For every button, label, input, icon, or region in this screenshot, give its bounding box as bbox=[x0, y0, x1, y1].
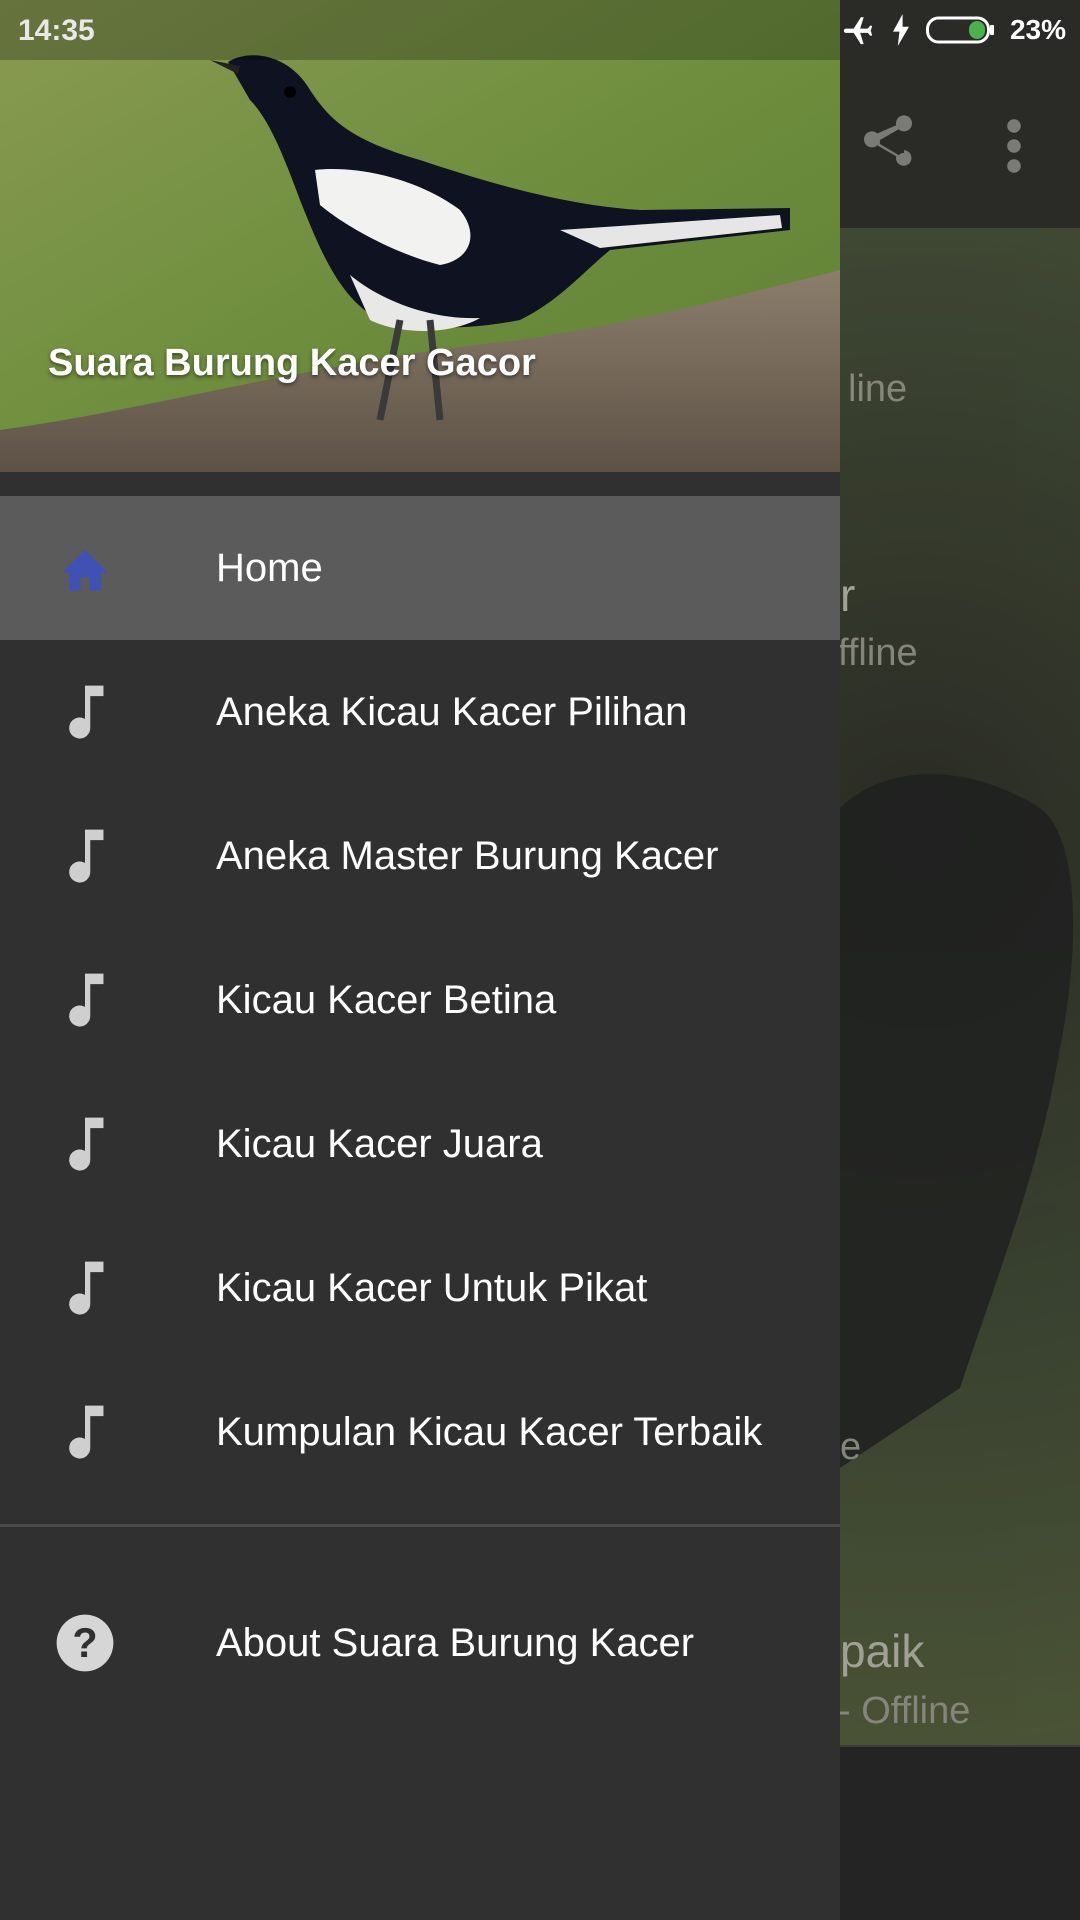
music-note-icon bbox=[50, 965, 120, 1035]
battery-percentage: 23% bbox=[1009, 14, 1066, 45]
more-vert-icon[interactable] bbox=[1000, 118, 1028, 174]
menu-item-home[interactable]: Home bbox=[0, 496, 840, 640]
bg-partial-text: r bbox=[840, 569, 856, 621]
menu-item-aneka-kicau-kacer-pilihan[interactable]: Aneka Kicau Kacer Pilihan bbox=[0, 640, 840, 784]
music-note-icon bbox=[50, 821, 120, 891]
menu-divider bbox=[0, 1524, 840, 1527]
menu-item-kicau-kacer-untuk-pikat[interactable]: Kicau Kacer Untuk Pikat bbox=[0, 1216, 840, 1360]
status-time: 14:35 bbox=[18, 14, 95, 47]
menu-item-label: Kicau Kacer Juara bbox=[216, 1121, 543, 1166]
help-icon: ? bbox=[50, 1608, 120, 1678]
menu-item-kicau-kacer-betina[interactable]: Kicau Kacer Betina bbox=[0, 928, 840, 1072]
bg-partial-text: paik bbox=[840, 1625, 925, 1677]
music-note-icon bbox=[50, 677, 120, 747]
menu-item-label: Kicau Kacer Betina bbox=[216, 977, 557, 1022]
menu-item-label: Aneka Master Burung Kacer bbox=[216, 833, 719, 878]
bg-partial-text: ffline bbox=[838, 632, 918, 674]
menu-item-kumpulan-kicau-kacer-terbaik[interactable]: Kumpulan Kicau Kacer Terbaik bbox=[0, 1360, 840, 1504]
menu-item-label: About Suara Burung Kacer bbox=[216, 1620, 695, 1665]
status-icons: 23% bbox=[840, 12, 1066, 48]
bird-silhouette-image bbox=[840, 774, 1074, 1468]
menu-item-about[interactable]: ? About Suara Burung Kacer bbox=[0, 1571, 840, 1715]
menu-item-label: Home bbox=[216, 545, 323, 590]
drawer-header: Suara Burung Kacer Gacor bbox=[0, 0, 840, 472]
menu-item-label: Kumpulan Kicau Kacer Terbaik bbox=[216, 1409, 763, 1454]
drawer-menu: Home Aneka Kicau Kacer Pilihan Aneka Mas… bbox=[0, 496, 840, 1715]
bg-partial-text: line bbox=[848, 368, 908, 410]
home-icon bbox=[50, 533, 120, 603]
drawer-header-title: Suara Burung Kacer Gacor bbox=[48, 342, 536, 384]
music-note-icon bbox=[50, 1253, 120, 1323]
header-bird-image bbox=[0, 0, 840, 472]
status-bar: 14:35 23% bbox=[0, 0, 1080, 60]
svg-text:?: ? bbox=[72, 1620, 97, 1666]
menu-item-label: Kicau Kacer Untuk Pikat bbox=[216, 1265, 648, 1310]
navigation-drawer[interactable]: Suara Burung Kacer Gacor Home Aneka Kica… bbox=[0, 0, 840, 1920]
charging-bolt-icon bbox=[892, 14, 909, 46]
menu-item-kicau-kacer-juara[interactable]: Kicau Kacer Juara bbox=[0, 1072, 840, 1216]
bg-partial-text: - Offline bbox=[838, 1690, 971, 1732]
music-note-icon bbox=[50, 1397, 120, 1467]
menu-item-label: Aneka Kicau Kacer Pilihan bbox=[216, 689, 688, 734]
battery-icon bbox=[925, 16, 994, 44]
menu-item-aneka-master-burung-kacer[interactable]: Aneka Master Burung Kacer bbox=[0, 784, 840, 928]
bg-partial-text: e bbox=[840, 1426, 862, 1468]
airplane-mode-icon bbox=[843, 17, 873, 45]
music-note-icon bbox=[50, 1109, 120, 1179]
share-icon[interactable] bbox=[856, 110, 920, 174]
